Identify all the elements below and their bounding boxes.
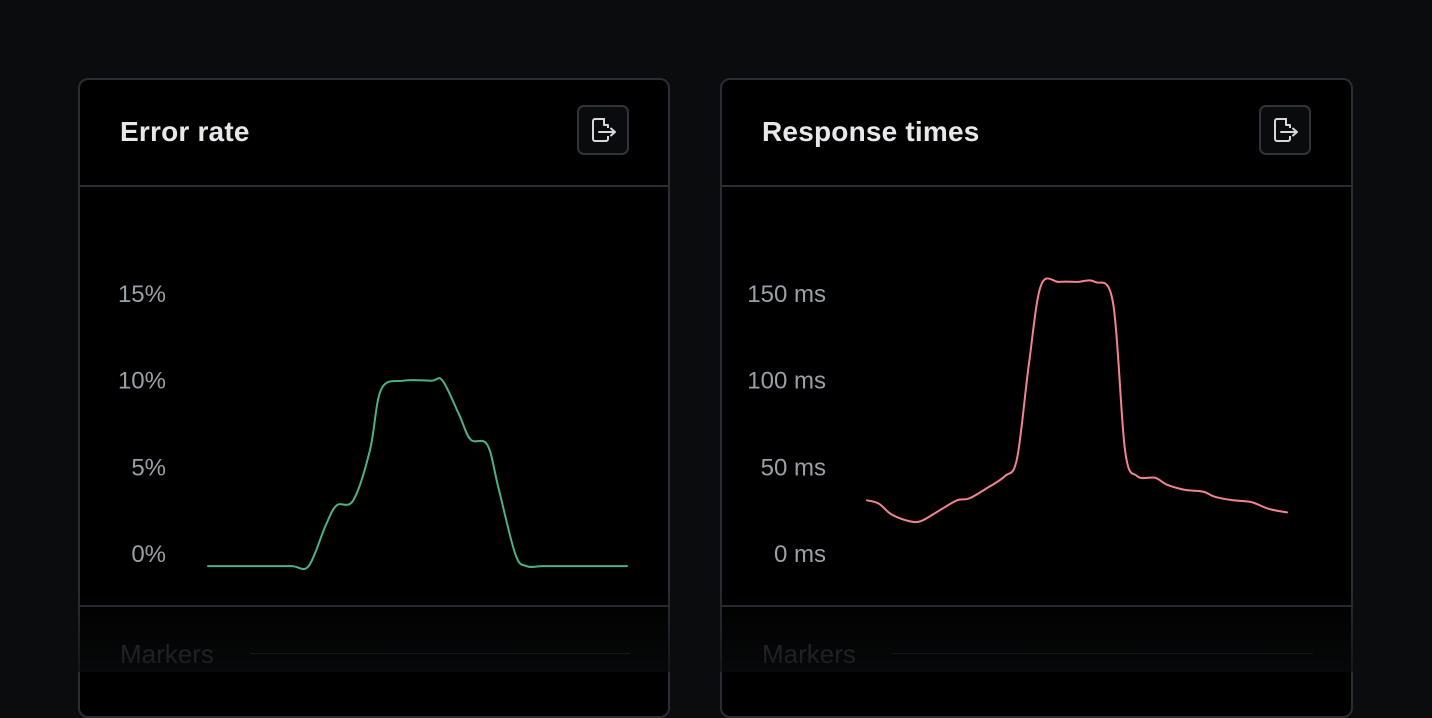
series-line	[866, 277, 1288, 524]
markers-section: Markers	[722, 605, 1351, 716]
y-tick-label: 100 ms	[747, 368, 826, 395]
y-tick-label: 15%	[118, 281, 166, 308]
card-header: Error rate	[80, 80, 668, 187]
response-times-chart: 0 ms50 ms100 ms150 ms13:0013:3014:00	[747, 277, 1288, 568]
divider	[250, 653, 630, 654]
card-title: Error rate	[120, 116, 250, 147]
y-tick-label: 50 ms	[761, 454, 826, 481]
y-tick-label: 150 ms	[747, 281, 826, 308]
card-header: Response times	[722, 80, 1351, 187]
export-button[interactable]	[577, 105, 629, 155]
error-rate-card: Error rate 0%5%10%15%13:0013:3014:00 Mar…	[78, 78, 670, 718]
export-icon	[1274, 118, 1298, 142]
markers-section: Markers	[80, 605, 668, 716]
y-tick-label: 5%	[131, 454, 166, 481]
export-button[interactable]	[1259, 105, 1311, 155]
divider	[892, 653, 1313, 654]
markers-label: Markers	[120, 639, 214, 669]
export-icon	[592, 118, 616, 142]
y-tick-label: 0%	[131, 541, 166, 568]
error-rate-chart: 0%5%10%15%13:0013:3014:00	[118, 281, 628, 571]
y-tick-label: 10%	[118, 368, 166, 395]
series-line	[207, 377, 628, 571]
y-tick-label: 0 ms	[774, 541, 826, 568]
response-times-card: Response times 0 ms50 ms100 ms150 ms13:0…	[720, 78, 1353, 718]
markers-label: Markers	[762, 639, 856, 669]
card-title: Response times	[762, 116, 980, 147]
